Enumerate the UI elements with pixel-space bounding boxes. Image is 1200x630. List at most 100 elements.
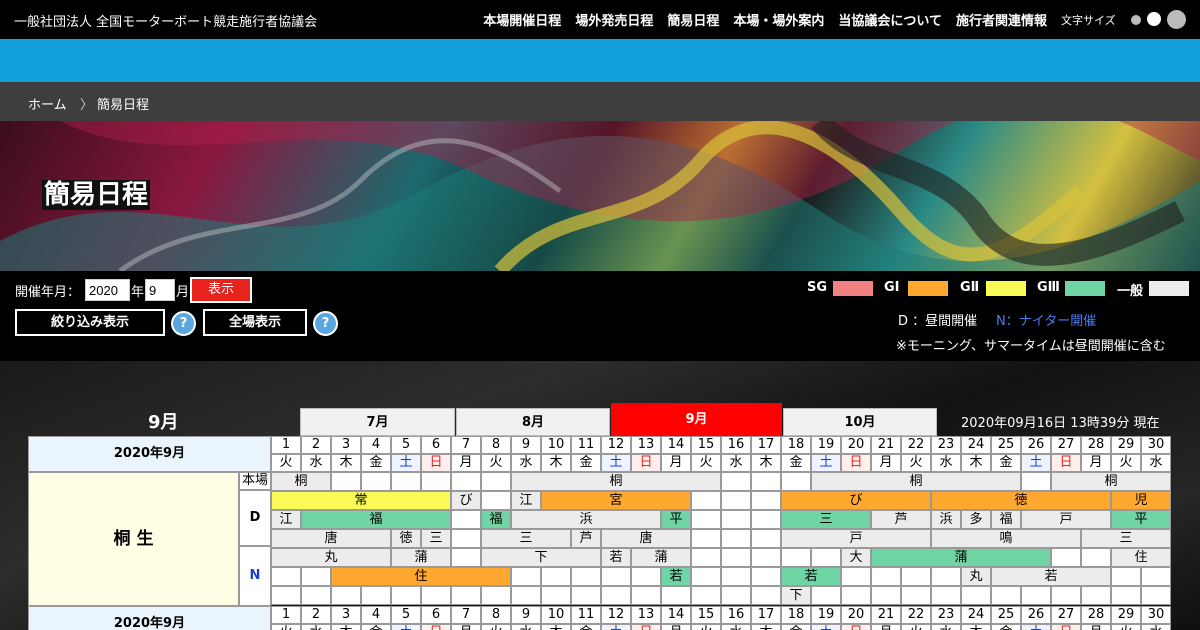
grid-cell bbox=[751, 586, 781, 605]
filter-help-icon[interactable]: ? bbox=[171, 311, 196, 336]
show-button[interactable]: 表示 bbox=[190, 277, 252, 303]
tab-september[interactable]: 9月 bbox=[611, 403, 782, 436]
day-number: 1 bbox=[271, 436, 301, 454]
weekday: 火 bbox=[271, 624, 301, 630]
grid-cell bbox=[1081, 586, 1111, 605]
weekday: 金 bbox=[781, 624, 811, 630]
day-number: 8 bbox=[481, 606, 511, 624]
all-venues-button[interactable]: 全場表示 bbox=[203, 309, 307, 336]
weekday: 木 bbox=[751, 624, 781, 630]
grid-cell bbox=[601, 567, 631, 586]
day-number: 9 bbox=[511, 606, 541, 624]
day-number: 12 bbox=[601, 436, 631, 454]
nav-item-about[interactable]: 当協議会について bbox=[838, 10, 942, 29]
day-number: 11 bbox=[571, 606, 601, 624]
day-number: 19 bbox=[811, 606, 841, 624]
font-size-large-button[interactable] bbox=[1167, 10, 1186, 29]
day-number: 19 bbox=[811, 436, 841, 454]
filter-button[interactable]: 絞り込み表示 bbox=[15, 309, 165, 336]
grid-cell bbox=[691, 529, 721, 548]
grid-cell bbox=[1111, 567, 1141, 586]
nav-item-organizer-info[interactable]: 施行者関連情報 bbox=[956, 10, 1047, 29]
nav-item-simple-schedule[interactable]: 簡易日程 bbox=[667, 10, 719, 29]
day-number: 15 bbox=[691, 606, 721, 624]
day-number: 15 bbox=[691, 436, 721, 454]
event-block: 大 bbox=[841, 548, 871, 567]
font-size-medium-button[interactable] bbox=[1147, 12, 1161, 26]
grid-cell bbox=[691, 510, 721, 529]
weekday: 土 bbox=[811, 624, 841, 630]
event-block: 芦 bbox=[871, 510, 931, 529]
weekday: 月 bbox=[871, 624, 901, 630]
grid-cell bbox=[901, 586, 931, 605]
day-number: 1 bbox=[271, 606, 301, 624]
day-number: 18 bbox=[781, 606, 811, 624]
month-input[interactable] bbox=[145, 279, 175, 301]
grid-cell bbox=[751, 472, 781, 491]
day-number: 11 bbox=[571, 436, 601, 454]
event-block: 丸 bbox=[961, 567, 991, 586]
event-block: 江 bbox=[271, 510, 301, 529]
breadcrumb-separator: 〉 bbox=[80, 98, 94, 113]
grid-cell bbox=[751, 510, 781, 529]
top-bar: 一般社団法人 全国モーターボート競走施行者協議会 本場開催日程 場外発売日程 簡… bbox=[0, 0, 1200, 39]
weekday: 火 bbox=[691, 454, 721, 472]
grid-cell bbox=[871, 586, 901, 605]
grid-cell bbox=[901, 567, 931, 586]
event-block: 芦 bbox=[571, 529, 601, 548]
weekday: 火 bbox=[1111, 454, 1141, 472]
grid-cell bbox=[721, 548, 751, 567]
weekday: 木 bbox=[331, 624, 361, 630]
event-block: 桐 bbox=[511, 472, 721, 491]
venue-name: 桐 生 bbox=[28, 472, 239, 606]
grid-cell bbox=[361, 472, 391, 491]
grid-cell bbox=[721, 491, 751, 510]
year-month-label: 開催年月： bbox=[15, 285, 81, 300]
event-block: 徳 bbox=[931, 491, 1111, 510]
schedule-table: 2020年9月 桐 生 本場 D N 2020年9月 1火2水3木4金5土6日7… bbox=[28, 436, 1172, 630]
weekday: 木 bbox=[751, 454, 781, 472]
breadcrumb-home[interactable]: ホーム bbox=[28, 94, 67, 113]
grid-cell bbox=[691, 586, 721, 605]
grid-cell bbox=[631, 567, 661, 586]
grid-cell bbox=[481, 472, 511, 491]
tab-october[interactable]: 10月 bbox=[783, 408, 937, 436]
all-help-icon[interactable]: ? bbox=[313, 311, 338, 336]
day-number: 7 bbox=[451, 436, 481, 454]
day-number: 6 bbox=[421, 436, 451, 454]
day-race-label: D bbox=[239, 490, 271, 546]
grid-cell bbox=[691, 567, 721, 586]
grid-cell bbox=[451, 529, 481, 548]
grid-cell bbox=[721, 567, 751, 586]
weekday: 土 bbox=[601, 624, 631, 630]
day-number: 23 bbox=[931, 606, 961, 624]
nav-item-venues[interactable]: 本場・場外案内 bbox=[733, 10, 824, 29]
legend-g3-label: GⅢ bbox=[1037, 280, 1060, 295]
event-block: 三 bbox=[421, 529, 451, 548]
tab-july[interactable]: 7月 bbox=[300, 408, 455, 436]
org-name[interactable]: 一般社団法人 全国モーターボート競走施行者協議会 bbox=[14, 11, 317, 30]
year-input[interactable] bbox=[85, 279, 130, 301]
weekday: 水 bbox=[931, 454, 961, 472]
font-size-small-button[interactable] bbox=[1131, 15, 1141, 25]
weekday: 木 bbox=[541, 624, 571, 630]
weekday: 水 bbox=[301, 454, 331, 472]
hero-marble-art bbox=[0, 121, 1200, 271]
day-number: 8 bbox=[481, 436, 511, 454]
weekday: 日 bbox=[421, 624, 451, 630]
day-number: 28 bbox=[1081, 606, 1111, 624]
weekday: 水 bbox=[721, 454, 751, 472]
weekday: 月 bbox=[451, 624, 481, 630]
grid-cell bbox=[451, 548, 481, 567]
day-number: 3 bbox=[331, 436, 361, 454]
day-number: 24 bbox=[961, 606, 991, 624]
legend-sg-swatch bbox=[833, 281, 873, 296]
grid-cell bbox=[481, 491, 511, 510]
event-block: 蒲 bbox=[391, 548, 451, 567]
weekday: 日 bbox=[631, 454, 661, 472]
tab-august[interactable]: 8月 bbox=[456, 408, 610, 436]
nav-item-main-schedule[interactable]: 本場開催日程 bbox=[483, 10, 561, 29]
grid-cell bbox=[721, 510, 751, 529]
nav-item-offsite-schedule[interactable]: 場外発売日程 bbox=[575, 10, 653, 29]
event-block: 平 bbox=[1111, 510, 1171, 529]
